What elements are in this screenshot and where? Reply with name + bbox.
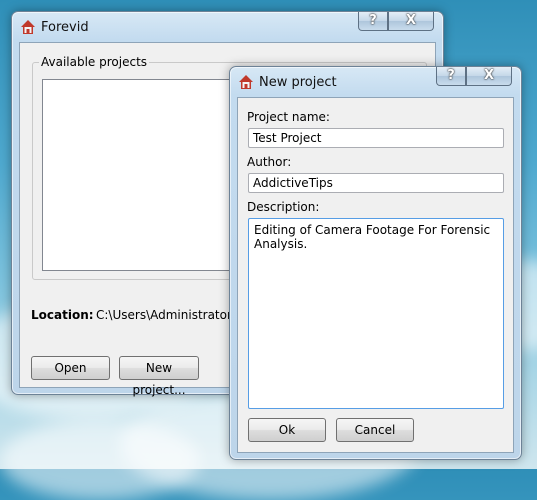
new-project-dialog: New project ? X Project name: Test Proje… <box>229 66 522 460</box>
author-field[interactable]: AddictiveTips <box>248 173 504 193</box>
close-icon: X <box>483 68 495 83</box>
home-icon <box>21 20 35 34</box>
new-project-button[interactable]: New project... <box>119 356 199 397</box>
home-icon <box>239 75 253 89</box>
project-name-label: Project name: <box>247 110 330 124</box>
dialog-titlebar[interactable]: New project ? X <box>230 67 521 97</box>
author-label: Author: <box>247 155 292 169</box>
project-name-field[interactable]: Test Project <box>248 128 504 148</box>
help-icon: ? <box>369 13 377 28</box>
dialog-client-area: Project name: Test Project Author: Addic… <box>237 97 514 453</box>
cancel-button[interactable]: Cancel <box>336 418 414 442</box>
main-titlebar[interactable]: Forevid ? X <box>12 12 443 42</box>
description-field[interactable]: Editing of Camera Footage For Forensic A… <box>248 218 504 409</box>
dialog-title: New project <box>259 75 337 90</box>
main-window-title: Forevid <box>41 20 89 35</box>
location-label: Location: <box>31 308 94 322</box>
help-icon: ? <box>447 68 455 83</box>
dialog-help-button[interactable]: ? <box>436 67 466 86</box>
ok-button[interactable]: Ok <box>248 418 326 442</box>
dialog-close-button[interactable]: X <box>466 67 512 86</box>
description-label: Description: <box>247 200 320 214</box>
help-button[interactable]: ? <box>358 12 388 31</box>
close-icon: X <box>405 13 417 28</box>
projects-group-label: Available projects <box>39 55 150 69</box>
close-button[interactable]: X <box>388 12 434 31</box>
open-button[interactable]: Open <box>31 356 110 380</box>
